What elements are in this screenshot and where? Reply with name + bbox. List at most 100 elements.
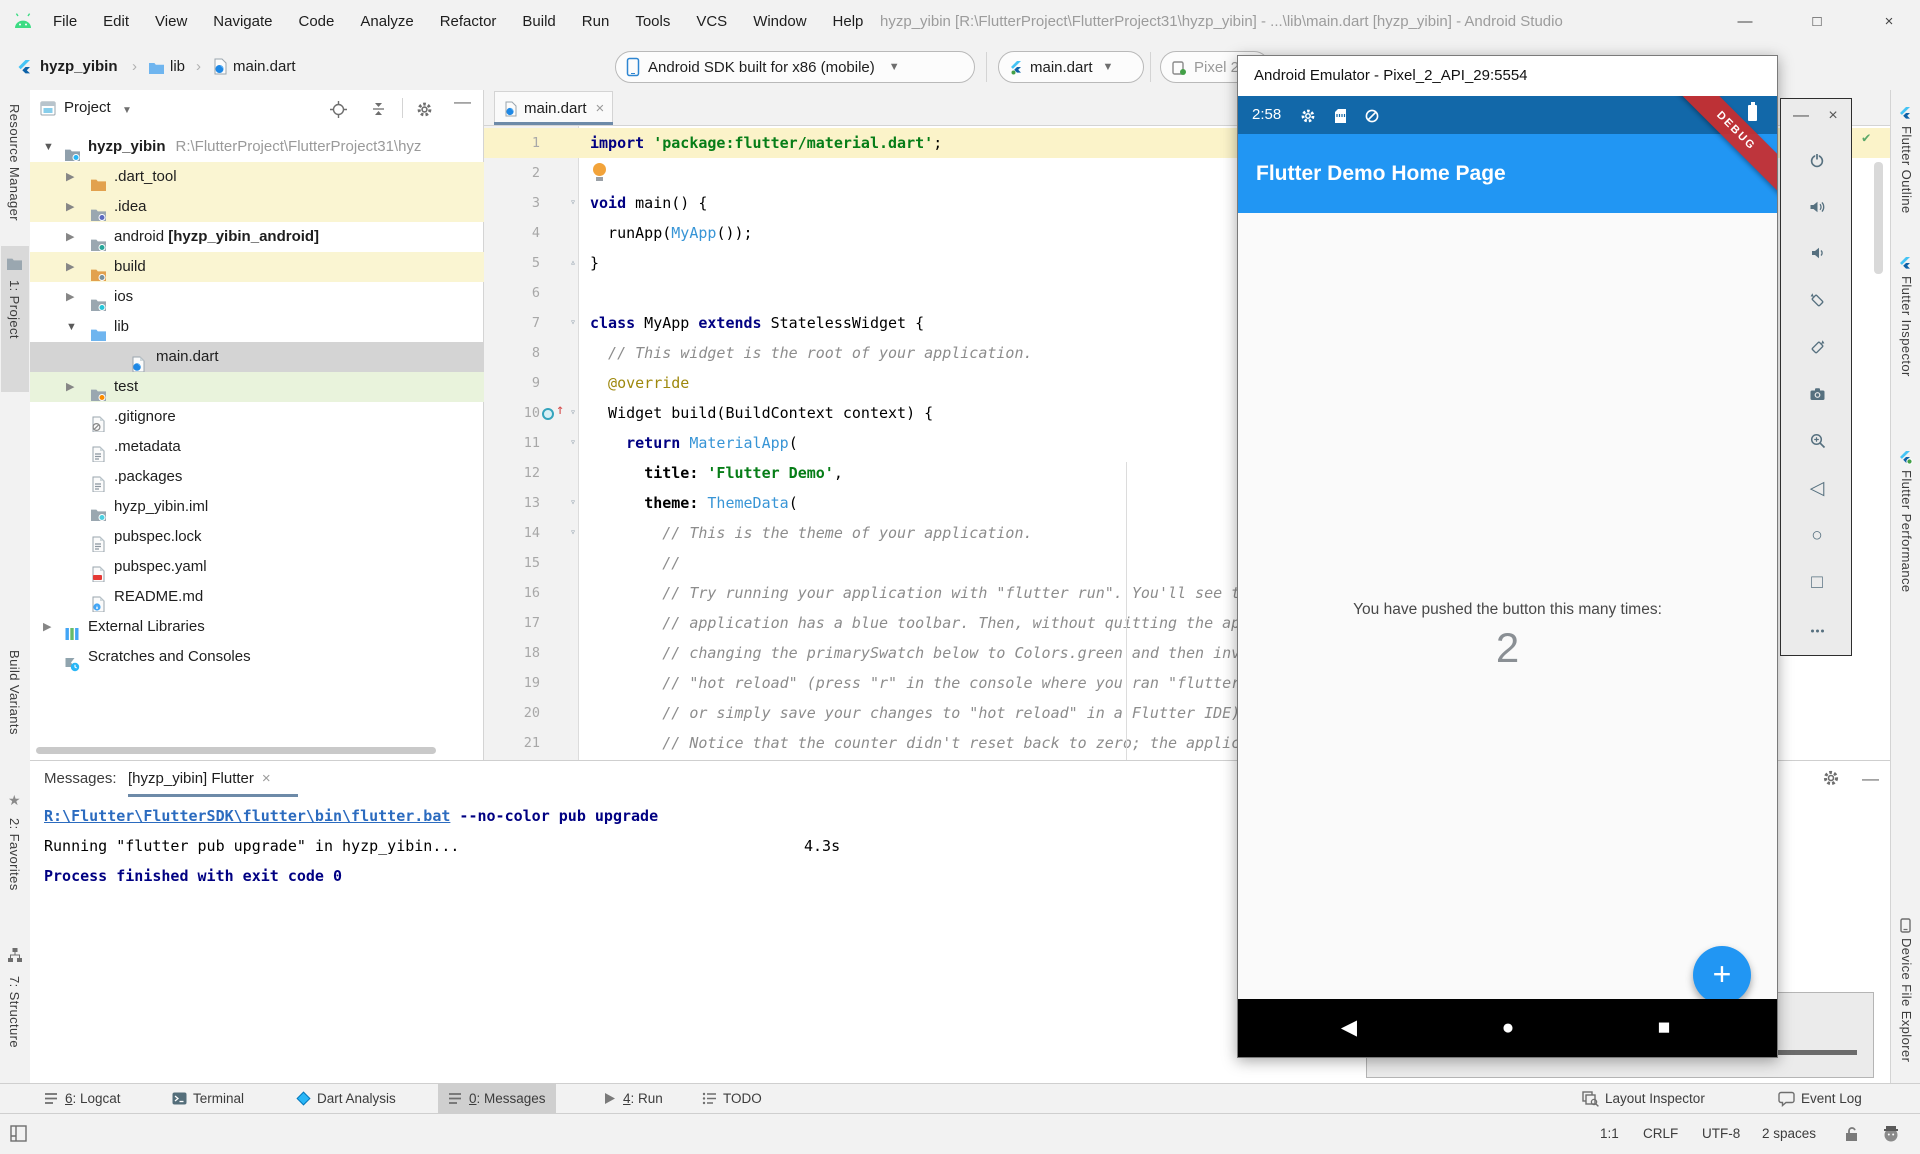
indent-setting[interactable]: 2 spaces — [1762, 1114, 1816, 1154]
tree-row-test[interactable]: ▶test — [30, 372, 484, 402]
breadcrumb-file[interactable]: main.dart — [233, 44, 296, 89]
sidebar-tab-1-project[interactable]: 1: Project — [7, 280, 22, 339]
zoom-icon[interactable] — [1781, 431, 1853, 449]
file-encoding[interactable]: UTF-8 — [1702, 1114, 1740, 1154]
tree-row--idea[interactable]: ▶.idea — [30, 192, 484, 222]
tree-row-hyzp-yibin-iml[interactable]: hyzp_yibin.iml — [30, 492, 484, 522]
close-icon[interactable]: × — [254, 770, 271, 787]
menu-vcs[interactable]: VCS — [683, 0, 740, 44]
home-icon[interactable]: ○ — [1781, 526, 1853, 546]
fold-marker-icon[interactable]: ▿ — [566, 428, 580, 458]
tool-window-button-event-log[interactable]: Event Log — [1768, 1084, 1872, 1113]
menu-file[interactable]: File — [40, 0, 90, 44]
breadcrumb-lib[interactable]: lib — [170, 44, 185, 89]
close-icon[interactable]: × — [596, 100, 605, 117]
line-separator[interactable]: CRLF — [1643, 1114, 1678, 1154]
project-view-dropdown[interactable]: Project — [64, 90, 111, 126]
menu-window[interactable]: Window — [740, 0, 819, 44]
sidebar-tab-build-variants[interactable]: Build Variants — [7, 650, 22, 735]
sidebar-tab-resource-manager[interactable]: Resource Manager — [7, 104, 22, 221]
editor-scrollbar[interactable] — [1874, 162, 1883, 274]
fold-marker-icon[interactable]: ▿ — [566, 398, 580, 428]
tree-row-lib[interactable]: ▼lib — [30, 312, 484, 342]
rotate-left-icon[interactable] — [1781, 291, 1853, 309]
override-marker-icon[interactable]: ↑ — [542, 398, 568, 428]
tool-window-button-0-messages[interactable]: 0: Messages — [438, 1084, 556, 1113]
sidebar-tab-flutter-performance[interactable]: Flutter Performance — [1899, 470, 1914, 592]
tool-window-button-dart-analysis[interactable]: Dart Analysis — [286, 1084, 406, 1113]
tool-window-button-terminal[interactable]: Terminal — [162, 1084, 254, 1113]
run-config-dropdown[interactable]: main.dart ▼ — [998, 51, 1144, 83]
device-selector-dropdown[interactable]: Android SDK built for x86 (mobile) ▼ — [615, 51, 975, 83]
menu-refactor[interactable]: Refactor — [427, 0, 510, 44]
tree-collapsed-arrow-icon[interactable]: ▶ — [66, 222, 74, 252]
tree-row-scratches-and-consoles[interactable]: Scratches and Consoles — [30, 642, 484, 672]
nav-overview-button[interactable]: ■ — [1644, 999, 1684, 1057]
editor-tab-main-dart[interactable]: main.dart × — [494, 91, 613, 125]
tree-row-build[interactable]: ▶build — [30, 252, 484, 282]
gradle-user-icon[interactable] — [1882, 1124, 1900, 1143]
fab-increment-button[interactable]: + — [1693, 946, 1751, 1004]
back-icon[interactable]: ◁ — [1781, 479, 1853, 499]
window-maximize-button[interactable]: □ — [1794, 0, 1840, 44]
tree-collapsed-arrow-icon[interactable]: ▶ — [66, 252, 74, 282]
menu-tools[interactable]: Tools — [622, 0, 683, 44]
tree-collapsed-arrow-icon[interactable]: ▶ — [66, 372, 74, 402]
window-close-button[interactable]: × — [1866, 0, 1912, 44]
overview-icon[interactable]: □ — [1781, 573, 1853, 593]
emulator-minimize-button[interactable]: — — [1789, 105, 1813, 127]
tree-row-readme-md[interactable]: README.md — [30, 582, 484, 612]
fold-marker-icon[interactable]: ▿ — [566, 308, 580, 338]
fold-marker-icon[interactable]: ▿ — [566, 518, 580, 548]
console-file-link[interactable]: R:\Flutter\FlutterSDK\flutter\bin\flutte… — [44, 807, 450, 825]
sidebar-tab-7-structure[interactable]: 7: Structure — [7, 976, 22, 1048]
tool-window-button-4-run[interactable]: 4: Run — [592, 1084, 673, 1113]
sidebar-tab-flutter-inspector[interactable]: Flutter Inspector — [1899, 276, 1914, 377]
tree-row--gitignore[interactable]: .gitignore — [30, 402, 484, 432]
rotate-right-icon[interactable] — [1781, 338, 1853, 356]
hide-panel-icon[interactable]: — — [1862, 761, 1879, 797]
tree-collapsed-arrow-icon[interactable]: ▶ — [66, 192, 74, 222]
hide-panel-icon[interactable]: — — [454, 92, 471, 112]
volume-up-icon[interactable] — [1781, 198, 1853, 215]
emulator-screen[interactable]: 2:58 Flutter Demo Home Page DEBUG You ha… — [1238, 96, 1777, 1057]
sidebar-tab-flutter-outline[interactable]: Flutter Outline — [1899, 126, 1914, 214]
tree-expanded-arrow-icon[interactable]: ▼ — [43, 132, 54, 162]
tool-window-toggle-icon[interactable] — [10, 1125, 27, 1142]
camera-icon[interactable] — [1781, 385, 1853, 402]
tree-collapsed-arrow-icon[interactable]: ▶ — [43, 612, 51, 642]
menu-help[interactable]: Help — [820, 0, 877, 44]
power-icon[interactable] — [1781, 151, 1853, 169]
tree-row-android[interactable]: ▶android [hyzp_yibin_android] — [30, 222, 484, 252]
fold-marker-icon[interactable]: ▿ — [566, 188, 580, 218]
menu-view[interactable]: View — [142, 0, 200, 44]
tool-window-button-todo[interactable]: TODO — [692, 1084, 772, 1113]
tree-collapsed-arrow-icon[interactable]: ▶ — [66, 162, 74, 192]
nav-home-button[interactable]: ● — [1488, 999, 1528, 1057]
tree-row--dart-tool[interactable]: ▶.dart_tool — [30, 162, 484, 192]
menu-code[interactable]: Code — [285, 0, 347, 44]
settings-gear-icon[interactable] — [1822, 769, 1840, 787]
menu-build[interactable]: Build — [509, 0, 568, 44]
emulator-close-button[interactable]: × — [1821, 105, 1845, 127]
tree-expanded-arrow-icon[interactable]: ▼ — [66, 312, 77, 342]
sidebar-tab-device-file-explorer[interactable]: Device File Explorer — [1899, 938, 1914, 1062]
tree-row-main-dart[interactable]: main.dart — [30, 342, 484, 372]
tree-row-pubspec-yaml[interactable]: pubspec.yaml — [30, 552, 484, 582]
sidebar-tab-2-favorites[interactable]: 2: Favorites — [7, 818, 22, 891]
horizontal-scrollbar[interactable] — [36, 747, 436, 754]
settings-gear-icon[interactable] — [416, 100, 433, 118]
lock-icon[interactable] — [1844, 1126, 1859, 1143]
tool-window-button-layout-inspector[interactable]: Layout Inspector — [1572, 1084, 1715, 1113]
menu-navigate[interactable]: Navigate — [200, 0, 285, 44]
menu-analyze[interactable]: Analyze — [347, 0, 426, 44]
tree-collapsed-arrow-icon[interactable]: ▶ — [66, 282, 74, 312]
locate-file-icon[interactable] — [330, 100, 347, 118]
window-minimize-button[interactable]: — — [1722, 0, 1768, 44]
collapse-all-icon[interactable] — [370, 100, 387, 118]
tree-row-external-libraries[interactable]: ▶External Libraries — [30, 612, 484, 642]
caret-position[interactable]: 1:1 — [1600, 1114, 1619, 1154]
breadcrumb-project[interactable]: hyzp_yibin — [40, 44, 118, 89]
messages-tab-flutter[interactable]: [hyzp_yibin] Flutter× — [128, 761, 271, 797]
intention-bulb-icon[interactable] — [592, 162, 608, 184]
